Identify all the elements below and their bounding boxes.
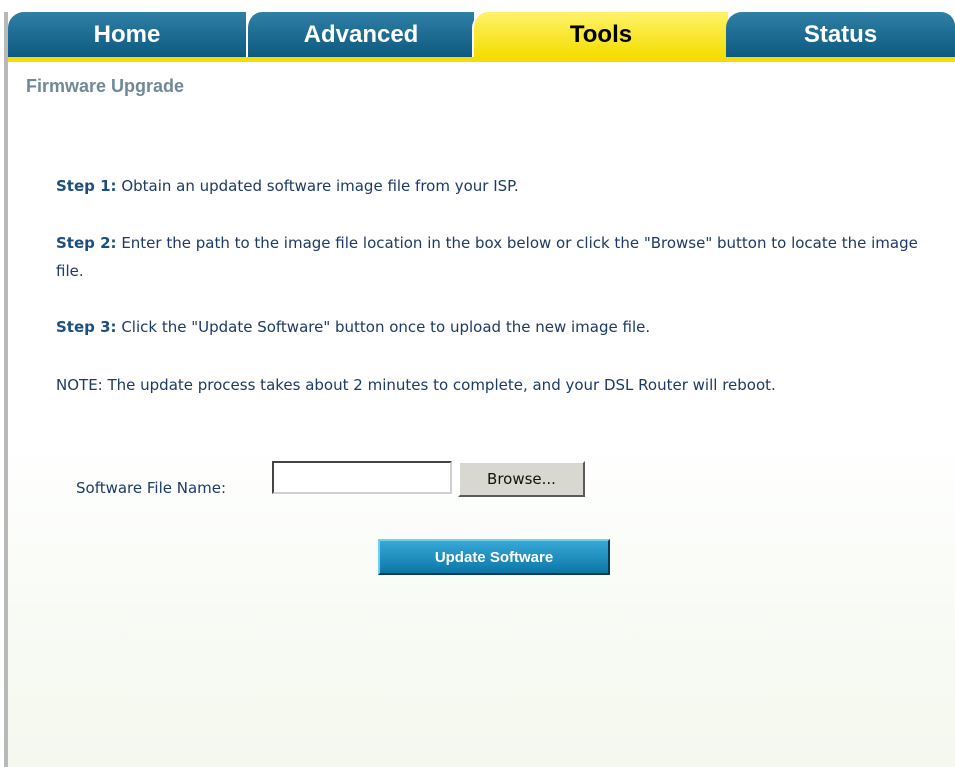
router-admin-page: Home Advanced Tools Status Firmware Upgr… — [0, 0, 955, 767]
tab-home[interactable]: Home — [8, 12, 246, 57]
main-tab-bar: Home Advanced Tools Status — [8, 12, 955, 57]
step-1-instruction: Step 1: Obtain an updated software image… — [56, 172, 936, 200]
step-2-text: Enter the path to the image file locatio… — [56, 234, 918, 280]
tab-tools[interactable]: Tools — [472, 12, 728, 57]
tab-status[interactable]: Status — [726, 12, 955, 57]
step-2-label: Step 2: — [56, 234, 117, 252]
step-2-instruction: Step 2: Enter the path to the image file… — [56, 229, 936, 285]
step-3-instruction: Step 3: Click the "Update Software" butt… — [56, 313, 936, 341]
page-title: Firmware Upgrade — [26, 76, 185, 96]
step-3-label: Step 3: — [56, 318, 117, 336]
update-software-button[interactable]: Update Software — [378, 539, 610, 575]
step-1-label: Step 1: — [56, 177, 117, 195]
software-file-name-label: Software File Name: — [76, 479, 227, 497]
step-3-text: Click the "Update Software" button once … — [116, 318, 651, 336]
tab-advanced[interactable]: Advanced — [246, 12, 474, 57]
update-note: NOTE: The update process takes about 2 m… — [56, 376, 776, 394]
software-file-name-input[interactable] — [272, 461, 452, 494]
browse-button[interactable]: Browse... — [458, 461, 585, 497]
step-1-text: Obtain an updated software image file fr… — [116, 177, 519, 195]
content-panel — [8, 62, 955, 767]
